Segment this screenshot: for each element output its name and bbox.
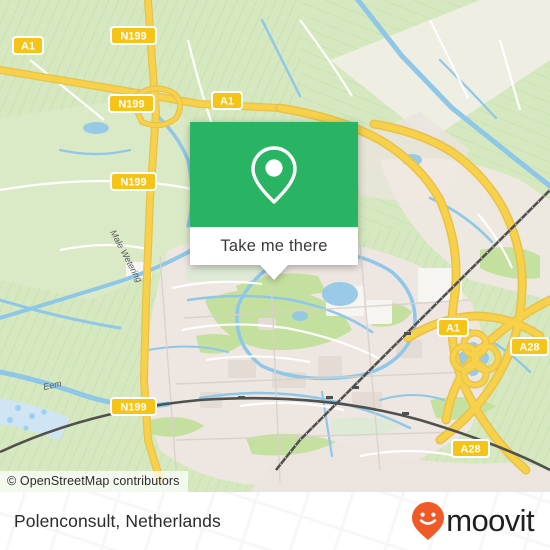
road-shield-label: N199 <box>120 31 146 43</box>
road-shield-label: N199 <box>118 99 144 111</box>
osm-attribution[interactable]: © OpenStreetMap contributors <box>0 471 188 492</box>
location-callout-card[interactable]: Take me there <box>190 122 358 280</box>
road-shield: A1 <box>437 318 469 337</box>
road-shield-label: A28 <box>460 444 480 456</box>
location-pin-icon <box>251 145 297 204</box>
moovit-logo[interactable]: moovit <box>411 501 535 541</box>
road-shield: N199 <box>110 172 157 191</box>
road-shield: A28 <box>451 439 490 458</box>
footer-bar: Polenconsult, Netherlands moovit <box>0 492 550 550</box>
road-shield-label: N199 <box>120 177 146 189</box>
place-name-label: Polenconsult, Netherlands <box>14 510 221 531</box>
road-shield: A28 <box>510 337 549 356</box>
callout-tail <box>260 265 288 280</box>
road-shield-label: A1 <box>446 323 460 335</box>
take-me-there-button[interactable]: Take me there <box>190 227 358 265</box>
road-shield: N199 <box>110 26 157 45</box>
road-shield-label: A28 <box>519 342 539 354</box>
map-screenshot: Male Wetering Eem A1 N199 N199 A1 N199 N… <box>0 0 550 550</box>
road-shield-label: N199 <box>120 402 146 414</box>
road-shield: N199 <box>110 397 157 416</box>
road-shield: N199 <box>108 94 155 113</box>
road-shield-label: A1 <box>21 41 35 53</box>
road-shield: A1 <box>12 36 44 55</box>
road-shield-label: A1 <box>220 96 234 108</box>
road-shield: A1 <box>211 91 243 110</box>
moovit-wordmark: moovit <box>446 503 534 538</box>
callout-icon-area <box>190 122 358 227</box>
moovit-pin-smile-icon <box>412 502 445 540</box>
